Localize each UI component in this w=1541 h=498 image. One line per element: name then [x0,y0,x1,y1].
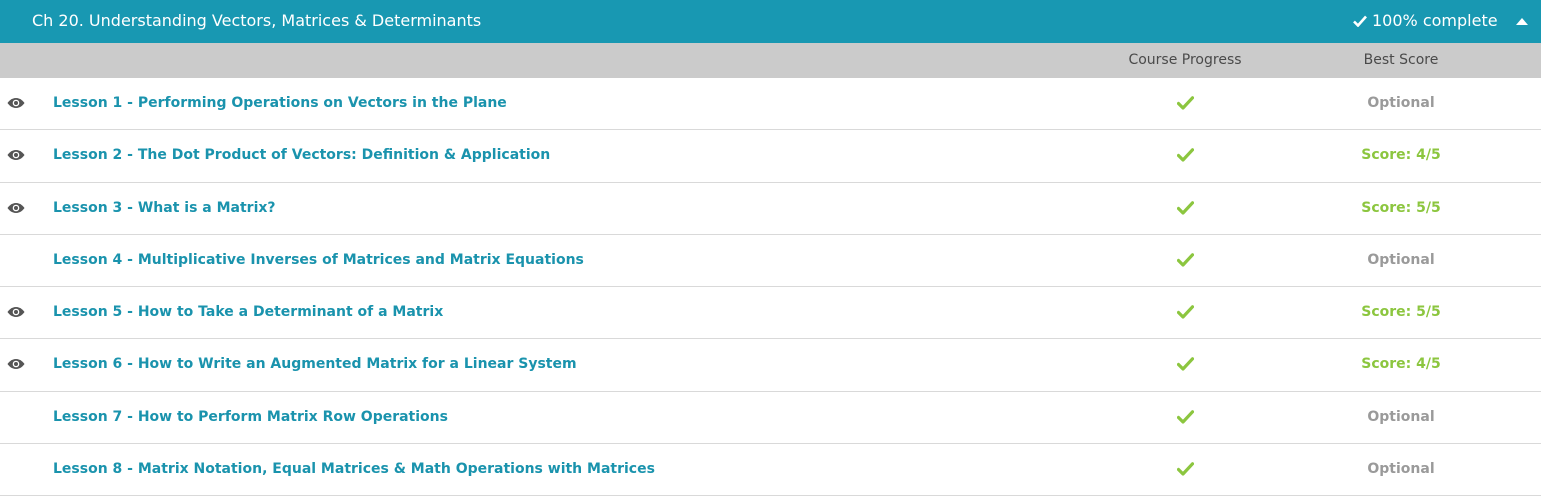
best-score: Score: 5/5 [1361,199,1441,216]
best-score: Score: 5/5 [1361,304,1441,321]
caret-up-icon [1516,18,1528,25]
lesson-row: Lesson 2 - The Dot Product of Vectors: D… [0,130,1541,183]
checkmark-icon [1176,200,1195,215]
best-score: Score: 4/5 [1361,356,1441,373]
lesson-row: Lesson 5 - How to Take a Determinant of … [0,287,1541,340]
best-score: Optional [1367,408,1435,425]
lesson-link[interactable]: Lesson 2 - The Dot Product of Vectors: D… [53,147,550,164]
lesson-row: Lesson 3 - What is a Matrix? Score: 5/5 [0,183,1541,235]
best-score: Optional [1367,251,1435,268]
chapter-header[interactable]: Ch 20. Understanding Vectors, Matrices &… [0,0,1541,43]
chapter-panel: Ch 20. Understanding Vectors, Matrices &… [0,0,1541,498]
column-best-score: Best Score [1363,52,1439,68]
column-header-bar: Course Progress Best Score [0,43,1541,78]
chapter-completion: 100% complete [1353,11,1498,31]
checkmark-icon [1176,409,1195,424]
eye-icon[interactable] [7,356,25,370]
collapse-button[interactable] [1512,12,1532,30]
lesson-link[interactable]: Lesson 8 - Matrix Notation, Equal Matric… [53,461,655,478]
lesson-row: Lesson 6 - How to Write an Augmented Mat… [0,339,1541,392]
best-score: Score: 4/5 [1361,147,1441,164]
lesson-row: Lesson 8 - Matrix Notation, Equal Matric… [0,444,1541,497]
checkmark-icon [1176,252,1195,267]
lesson-row: Lesson 7 - How to Perform Matrix Row Ope… [0,392,1541,445]
checkmark-icon [1176,461,1195,476]
lesson-link[interactable]: Lesson 7 - How to Perform Matrix Row Ope… [53,409,448,426]
lesson-link[interactable]: Lesson 5 - How to Take a Determinant of … [53,304,443,321]
eye-icon[interactable] [7,304,25,318]
checkmark-icon [1176,95,1195,110]
lesson-link[interactable]: Lesson 6 - How to Write an Augmented Mat… [53,356,577,373]
lesson-list: Lesson 1 - Performing Operations on Vect… [0,78,1541,497]
eye-icon[interactable] [7,147,25,161]
checkmark-icon [1176,304,1195,319]
eye-icon[interactable] [7,95,25,109]
lesson-row: Lesson 1 - Performing Operations on Vect… [0,78,1541,131]
lesson-link[interactable]: Lesson 3 - What is a Matrix? [53,200,276,217]
chapter-title[interactable]: Ch 20. Understanding Vectors, Matrices &… [32,11,481,31]
lesson-link[interactable]: Lesson 1 - Performing Operations on Vect… [53,95,507,112]
column-course-progress: Course Progress [1128,52,1242,68]
best-score: Optional [1367,461,1435,478]
lesson-row: Lesson 4 - Multiplicative Inverses of Ma… [0,235,1541,288]
completion-text: 100% complete [1372,11,1498,30]
checkmark-icon [1176,356,1195,372]
checkmark-icon [1176,147,1195,162]
eye-icon[interactable] [7,200,25,214]
checkmark-icon [1353,15,1367,27]
lesson-link[interactable]: Lesson 4 - Multiplicative Inverses of Ma… [53,252,584,269]
best-score: Optional [1367,95,1435,111]
